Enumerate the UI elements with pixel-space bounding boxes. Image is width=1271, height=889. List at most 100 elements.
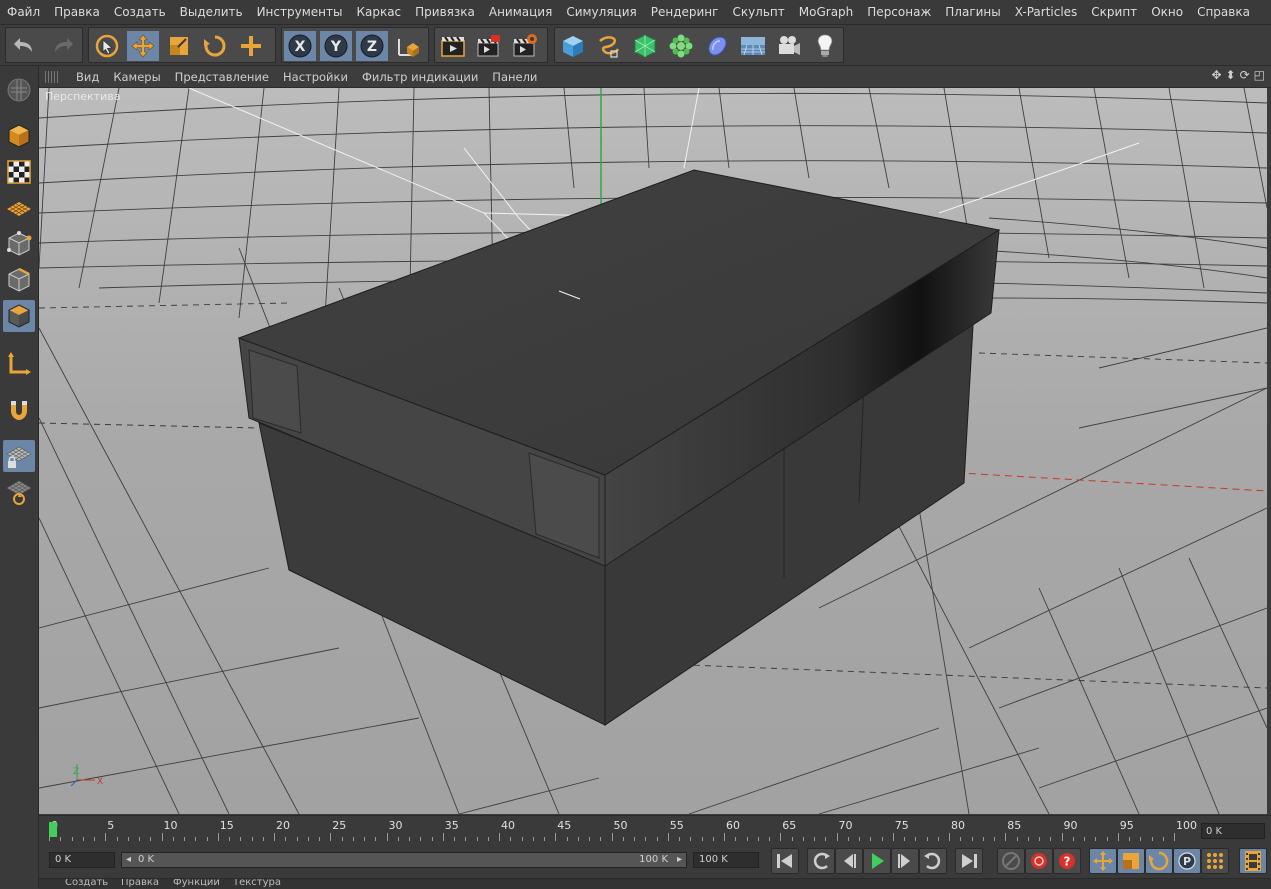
lock-workplane-button[interactable]: [3, 440, 35, 472]
viewport-menu-filter[interactable]: Фильтр индикации: [355, 70, 485, 84]
prev-frame-button[interactable]: [835, 848, 863, 874]
camera-button[interactable]: [773, 31, 805, 61]
x-axis-button[interactable]: X: [284, 31, 316, 61]
record-active-button[interactable]: [1025, 848, 1053, 874]
workplane-mode-button[interactable]: [3, 192, 35, 224]
viewport-menu-options[interactable]: Настройки: [276, 70, 355, 84]
next-frame-button[interactable]: [891, 848, 919, 874]
undo-button[interactable]: [9, 31, 41, 61]
key-parameter-button[interactable]: P: [1173, 848, 1201, 874]
deformer-button[interactable]: [701, 31, 733, 61]
viewport-menu-display[interactable]: Представление: [168, 70, 276, 84]
menu-item-4[interactable]: Инструменты: [250, 5, 350, 19]
playhead-marker[interactable]: [49, 822, 57, 837]
menu-item-12[interactable]: Персонаж: [860, 5, 938, 19]
axis-mode-button[interactable]: [3, 348, 35, 380]
ruler-tick-mark: [60, 837, 62, 841]
live-selection-button[interactable]: [91, 31, 123, 61]
next-key-button[interactable]: [919, 848, 947, 874]
rotate-tool-button[interactable]: [199, 31, 231, 61]
make-editable-button[interactable]: [3, 74, 35, 106]
menu-item-1[interactable]: Правка: [47, 5, 107, 19]
autokey-button[interactable]: ?: [1053, 848, 1081, 874]
snap-workplane-button[interactable]: [3, 476, 35, 508]
cube-button[interactable]: [557, 31, 589, 61]
edges-mode-button[interactable]: [3, 264, 35, 296]
points-mode-button[interactable]: [3, 228, 35, 260]
frame-range-slider[interactable]: ◂ 0 K 100 K ▸: [121, 852, 687, 868]
menu-item-10[interactable]: Скульпт: [725, 5, 791, 19]
redo-button[interactable]: [46, 31, 78, 61]
menu-item-13[interactable]: Плагины: [938, 5, 1007, 19]
goto-start-button[interactable]: [771, 848, 799, 874]
menu-item-3[interactable]: Выделить: [173, 5, 250, 19]
prev-key-button[interactable]: [807, 848, 835, 874]
mograph-cloner-icon: [669, 34, 693, 58]
polygons-mode-button[interactable]: [3, 300, 35, 332]
menu-item-0[interactable]: Файл: [0, 5, 47, 19]
magnet-button[interactable]: [3, 394, 35, 426]
move-tool-button[interactable]: [127, 31, 159, 61]
render-settings-button[interactable]: [509, 31, 541, 61]
current-frame-field[interactable]: 0 K: [1201, 823, 1265, 839]
ruler-tick-mark: [1027, 837, 1029, 841]
orbit-icon[interactable]: ⟳: [1240, 68, 1250, 82]
render-picture-viewer-button[interactable]: [473, 31, 505, 61]
maximize-icon[interactable]: ◰: [1254, 68, 1265, 82]
viewport-grip-handle[interactable]: [45, 70, 59, 83]
start-frame-field[interactable]: 0 K: [49, 852, 115, 868]
menu-item-5[interactable]: Каркас: [349, 5, 408, 19]
ruler-tick-mark: [667, 833, 669, 841]
menu-item-6[interactable]: Привязка: [408, 5, 482, 19]
viewport-menu-view[interactable]: Вид: [69, 70, 106, 84]
key-position-button[interactable]: [1089, 848, 1117, 874]
goto-end-button[interactable]: [955, 848, 983, 874]
key-rotation-button[interactable]: [1145, 848, 1173, 874]
key-scale-button[interactable]: [1117, 848, 1145, 874]
ruler-tick-mark: [634, 837, 635, 841]
ruler-tick-mark: [364, 837, 365, 841]
scale-tool-button[interactable]: [163, 31, 195, 61]
menu-item-9[interactable]: Рендеринг: [644, 5, 726, 19]
model-mode-button[interactable]: [3, 120, 35, 152]
timeline-ruler[interactable]: 0510152025303540455055606570758085909510…: [49, 819, 1197, 841]
record-position-button[interactable]: [997, 848, 1025, 874]
ruler-tick-label: 80: [951, 819, 965, 832]
ruler-tick-mark: [71, 837, 73, 841]
key-pla-button[interactable]: [1201, 848, 1229, 874]
material-menu-edit[interactable]: Правка: [121, 879, 159, 888]
z-axis-button[interactable]: Z: [356, 31, 388, 61]
material-menu-create[interactable]: Создать: [65, 879, 108, 888]
viewport-menu-panel[interactable]: Панели: [485, 70, 544, 84]
play-button[interactable]: [863, 848, 891, 874]
cloner-button[interactable]: [665, 31, 697, 61]
y-axis-button[interactable]: Y: [320, 31, 352, 61]
add-tool-button[interactable]: [235, 31, 267, 61]
menu-item-11[interactable]: MoGraph: [792, 5, 861, 19]
menu-item-17[interactable]: Справка: [1190, 5, 1257, 19]
material-menu-function[interactable]: Функции: [173, 879, 220, 888]
ruler-tick-mark: [274, 833, 275, 841]
texture-mode-button[interactable]: [3, 156, 35, 188]
menu-item-14[interactable]: X-Particles: [1008, 5, 1085, 19]
dolly-icon[interactable]: ⬍: [1226, 68, 1236, 82]
pan-icon[interactable]: ✥: [1211, 68, 1221, 82]
render-view-button[interactable]: [437, 31, 469, 61]
end-frame-field[interactable]: 100 K: [693, 852, 759, 868]
menu-item-16[interactable]: Окно: [1144, 5, 1190, 19]
menu-item-8[interactable]: Симуляция: [559, 5, 643, 19]
timeline-button[interactable]: [1239, 848, 1267, 874]
material-menu-texture[interactable]: Текстура: [233, 879, 281, 888]
perspective-viewport[interactable]: X Z Перспектива: [39, 88, 1267, 814]
menu-item-2[interactable]: Создать: [107, 5, 173, 19]
floor-button[interactable]: [737, 31, 769, 61]
ruler-tick-mark: [150, 837, 152, 841]
viewport-menu-cameras[interactable]: Камеры: [106, 70, 167, 84]
lock-workplane-icon: [6, 446, 32, 468]
subdivision-surface-button[interactable]: [629, 31, 661, 61]
world-coordinates-button[interactable]: [392, 31, 424, 61]
menu-item-7[interactable]: Анимация: [482, 5, 559, 19]
spline-pen-button[interactable]: [593, 31, 625, 61]
light-button[interactable]: [809, 31, 841, 61]
menu-item-15[interactable]: Скрипт: [1084, 5, 1144, 19]
